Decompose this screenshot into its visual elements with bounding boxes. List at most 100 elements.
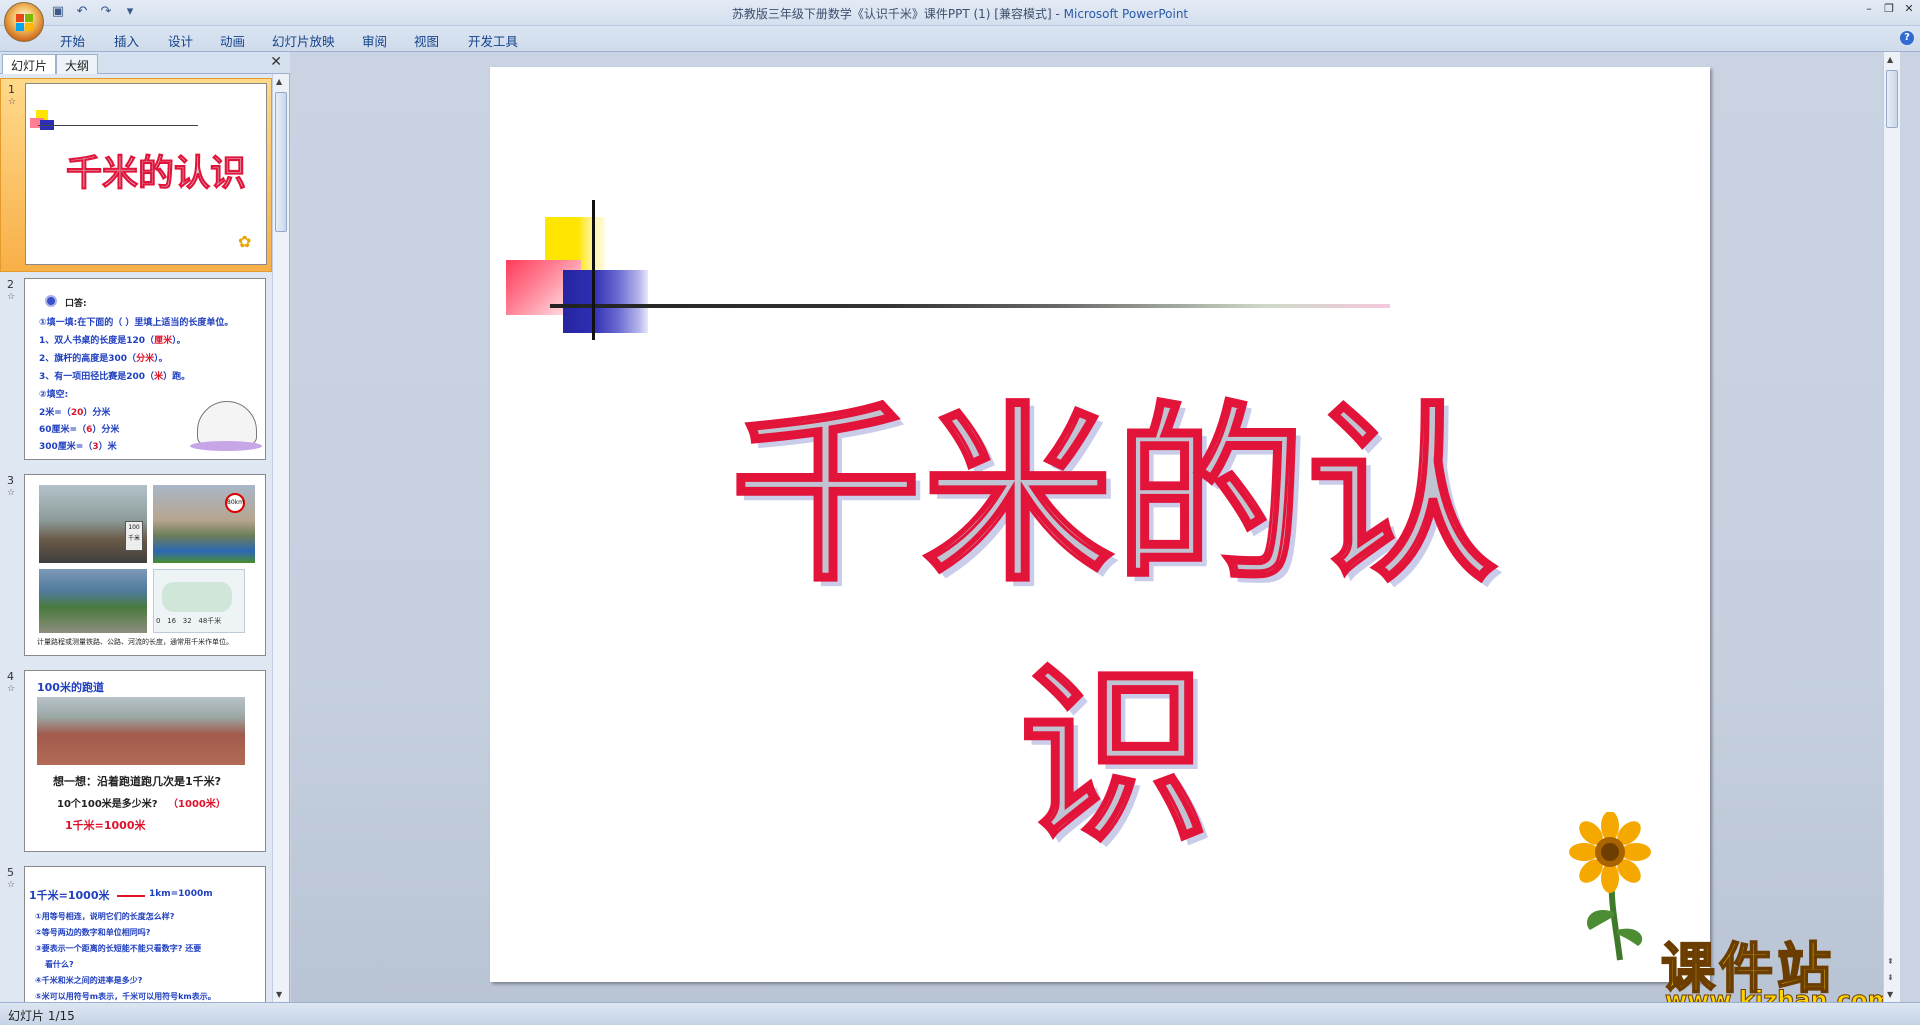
scroll-down-icon[interactable]: ▼ xyxy=(1887,990,1893,999)
scrollbar-thumb[interactable] xyxy=(1886,70,1898,128)
app-name: Microsoft PowerPoint xyxy=(1063,7,1189,21)
status-bar: 幻灯片 1/15 xyxy=(0,1002,1920,1025)
text-seg: 2、旗杆的高度是300（ xyxy=(39,354,137,364)
animation-star-icon: ☆ xyxy=(7,684,16,694)
slide-thumbnail-1[interactable]: 1 ☆ 千米的认识 ✿ xyxy=(0,78,272,272)
text-line: 100米的跑道 xyxy=(37,681,104,694)
slide-thumbnail-2[interactable]: 2 ☆ 口答: ①填一填:在下面的（ ）里填上适当的长度单位。 1、双人书桌的长… xyxy=(0,274,272,468)
sunflower-icon: ✿ xyxy=(238,232,252,251)
text-line: ①用等号相连，说明它们的长度怎么样? xyxy=(35,912,175,921)
answer: 分米 xyxy=(136,354,155,364)
tab-view[interactable]: 视图 xyxy=(414,31,439,50)
snoopy-image xyxy=(197,401,257,445)
thumbnail-list: 1 ☆ 千米的认识 ✿ 2 ☆ 口答: ①填一填:在下面的（ ）里填上适当的长度… xyxy=(0,74,272,1002)
text-line: 想一想：沿着跑道跑几次是1千米? xyxy=(53,775,222,788)
tab-slides[interactable]: 幻灯片 xyxy=(2,54,57,74)
slide-title[interactable]: 千米的认识 xyxy=(715,367,1515,869)
thumbnail-preview: 100米的跑道 想一想：沿着跑道跑几次是1千米? 10个100米是多少米? （1… xyxy=(24,670,266,852)
slide-thumbnail-4[interactable]: 4 ☆ 100米的跑道 想一想：沿着跑道跑几次是1千米? 10个100米是多少米… xyxy=(0,666,272,860)
arrow-icon xyxy=(117,895,145,897)
answer: 厘米 xyxy=(154,336,173,346)
next-slide-icon[interactable]: ⇟ xyxy=(1887,973,1894,982)
help-icon[interactable]: ? xyxy=(1900,31,1914,45)
slide-indicator: 幻灯片 1/15 xyxy=(8,1009,75,1023)
text-line: ④千米和米之间的进率是多少? xyxy=(35,976,143,985)
speed-sign: 80km xyxy=(225,493,245,513)
text-line: 1千米=1000米 xyxy=(65,819,146,832)
text-line: ①填一填:在下面的（ ）里填上适当的长度单位。 xyxy=(39,318,234,328)
close-icon[interactable]: ✕ xyxy=(1902,2,1916,15)
office-logo-icon xyxy=(16,14,34,32)
panel-tabs: 幻灯片 大纲 ✕ xyxy=(0,52,290,74)
sign-text: 千米 xyxy=(127,535,140,542)
road-photo: 80km xyxy=(153,485,255,563)
text-line: 2、旗杆的高度是300（分米）。 xyxy=(39,351,168,364)
running-track-photo xyxy=(37,697,245,765)
document-title: 苏教版三年级下册数学《认识千米》课件PPT (1) [兼容模式] - xyxy=(731,7,1064,21)
text-seg: 2米=（ xyxy=(39,408,71,418)
scroll-up-icon[interactable]: ▲ xyxy=(1887,55,1893,64)
text-line: ②等号两边的数字和单位相同吗? xyxy=(35,928,151,937)
window-title: 苏教版三年级下册数学《认识千米》课件PPT (1) [兼容模式] - Micro… xyxy=(0,5,1920,22)
text-seg: ）跑。 xyxy=(163,372,191,382)
animation-star-icon: ☆ xyxy=(7,292,16,302)
thumbnail-preview: 100 千米 80km 0 16 32 48千米 计量路程或测量铁路、公路、河流的… xyxy=(24,474,266,656)
current-slide[interactable]: 千米的认识 xyxy=(490,67,1710,982)
tab-developer[interactable]: 开发工具 xyxy=(468,31,518,50)
thumbnail-caption: 计量路程或测量铁路、公路、河流的长度，通常用千米作单位。 xyxy=(37,638,233,646)
office-button[interactable] xyxy=(4,2,44,42)
slide-thumbnail-5[interactable]: 5 ☆ 1千米=1000米 1km=1000m ①用等号相连，说明它们的长度怎么… xyxy=(0,862,272,1002)
thumbnail-preview: 千米的认识 ✿ xyxy=(25,83,267,265)
ribbon-tabs: 开始 插入 设计 动画 幻灯片放映 审阅 视图 开发工具 ? xyxy=(0,26,1920,52)
sunflower-icon xyxy=(1569,812,1651,961)
text-line: 10个100米是多少米? （1000米） xyxy=(57,795,226,810)
tab-animations[interactable]: 动画 xyxy=(220,31,245,50)
slide-number: 2 xyxy=(7,278,14,291)
text-line: 看什么? xyxy=(45,960,74,969)
tab-review[interactable]: 审阅 xyxy=(362,31,387,50)
title-bar: ▣ ↶ ↷ ▾ 苏教版三年级下册数学《认识千米》课件PPT (1) [兼容模式]… xyxy=(0,0,1920,42)
text-line: 300厘米=（3）米 xyxy=(39,439,117,452)
thumbnail-title: 千米的认识 xyxy=(65,153,247,195)
close-icon[interactable]: ✕ xyxy=(270,54,282,70)
thumbnail-scrollbar[interactable]: ▲ ▼ xyxy=(272,74,289,1002)
text-seg: ）分米 xyxy=(83,408,111,418)
text-seg: 3、有一项田径比赛是200（ xyxy=(39,372,155,382)
scale-label: 0 xyxy=(156,617,161,625)
scrollbar-thumb[interactable] xyxy=(275,92,287,232)
tab-home[interactable]: 开始 xyxy=(60,31,85,50)
railway-photo: 100 千米 xyxy=(39,485,147,563)
highway-photo xyxy=(39,569,147,633)
text-line: 1km=1000m xyxy=(149,889,213,899)
scale-label: 16 xyxy=(167,617,177,625)
tab-slideshow[interactable]: 幻灯片放映 xyxy=(272,31,335,50)
text-seg: 300厘米=（ xyxy=(39,442,93,452)
sign-text: 100 xyxy=(128,524,140,531)
window-controls: – ❐ ✕ xyxy=(1862,2,1916,15)
text-seg: ）。 xyxy=(172,336,186,346)
scroll-down-icon[interactable]: ▼ xyxy=(276,990,282,999)
slide-thumbnail-3[interactable]: 3 ☆ 100 千米 80km 0 16 32 48千米 计量路程或测量铁路、公… xyxy=(0,470,272,664)
thumbnail-preview: 口答: ①填一填:在下面的（ ）里填上适当的长度单位。 1、双人书桌的长度是12… xyxy=(24,278,266,460)
restore-icon[interactable]: ❐ xyxy=(1882,2,1896,15)
minimize-icon[interactable]: – xyxy=(1862,2,1876,15)
slide-number: 5 xyxy=(7,866,14,879)
text-seg: ）米 xyxy=(98,442,117,452)
text-line: 1、双人书桌的长度是120（厘米）。 xyxy=(39,333,186,346)
answer: 米 xyxy=(154,372,164,382)
scale-label: 48千米 xyxy=(198,617,222,625)
tab-insert[interactable]: 插入 xyxy=(114,31,139,50)
answer: （1000米） xyxy=(168,799,226,810)
slide-number: 4 xyxy=(7,670,14,683)
slide-number: 1 xyxy=(8,83,15,96)
decor-blue-square xyxy=(563,270,648,333)
text-line: 口答: xyxy=(65,299,87,309)
tab-outline[interactable]: 大纲 xyxy=(56,54,99,74)
decor-vertical-line xyxy=(592,200,595,340)
tab-design[interactable]: 设计 xyxy=(168,31,193,50)
scroll-up-icon[interactable]: ▲ xyxy=(276,77,282,86)
bullet-icon xyxy=(45,295,57,307)
slide-scrollbar[interactable]: ▲ ⇞ ⇟ ▼ xyxy=(1883,52,1900,1002)
previous-slide-icon[interactable]: ⇞ xyxy=(1887,957,1894,966)
animation-star-icon: ☆ xyxy=(7,488,16,498)
